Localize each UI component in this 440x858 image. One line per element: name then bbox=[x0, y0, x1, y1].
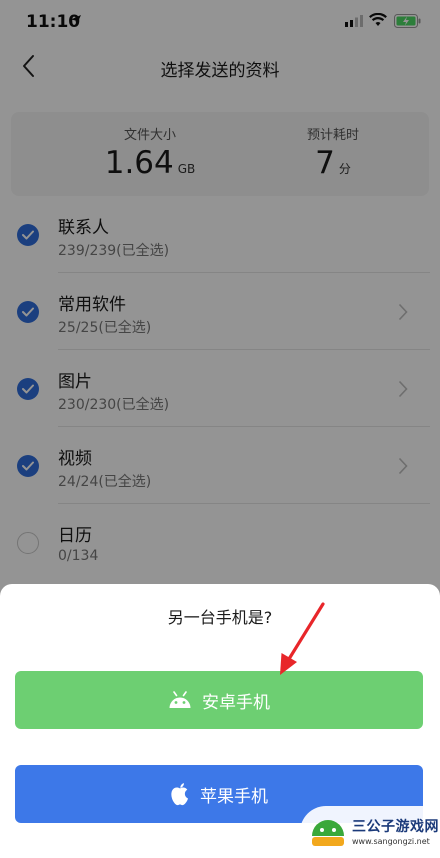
apple-icon bbox=[170, 782, 190, 806]
android-icon bbox=[168, 691, 192, 709]
site-watermark: 三公子游戏网 www.sangongzi.net bbox=[300, 806, 440, 858]
screen: 11:10 选择发送的资料 文件大小 1.64 GB 预计耗时 7 分 联系人 … bbox=[0, 0, 440, 858]
android-phone-button[interactable]: 安卓手机 bbox=[15, 671, 423, 729]
watermark-logo-icon bbox=[312, 820, 344, 846]
watermark-url: www.sangongzi.net bbox=[352, 837, 430, 846]
sheet-title: 另一台手机是? bbox=[167, 608, 273, 627]
red-annotation-arrow-icon bbox=[280, 602, 325, 675]
android-button-label: 安卓手机 bbox=[202, 692, 270, 713]
watermark-title: 三公子游戏网 bbox=[352, 819, 439, 835]
apple-button-label: 苹果手机 bbox=[200, 786, 268, 807]
